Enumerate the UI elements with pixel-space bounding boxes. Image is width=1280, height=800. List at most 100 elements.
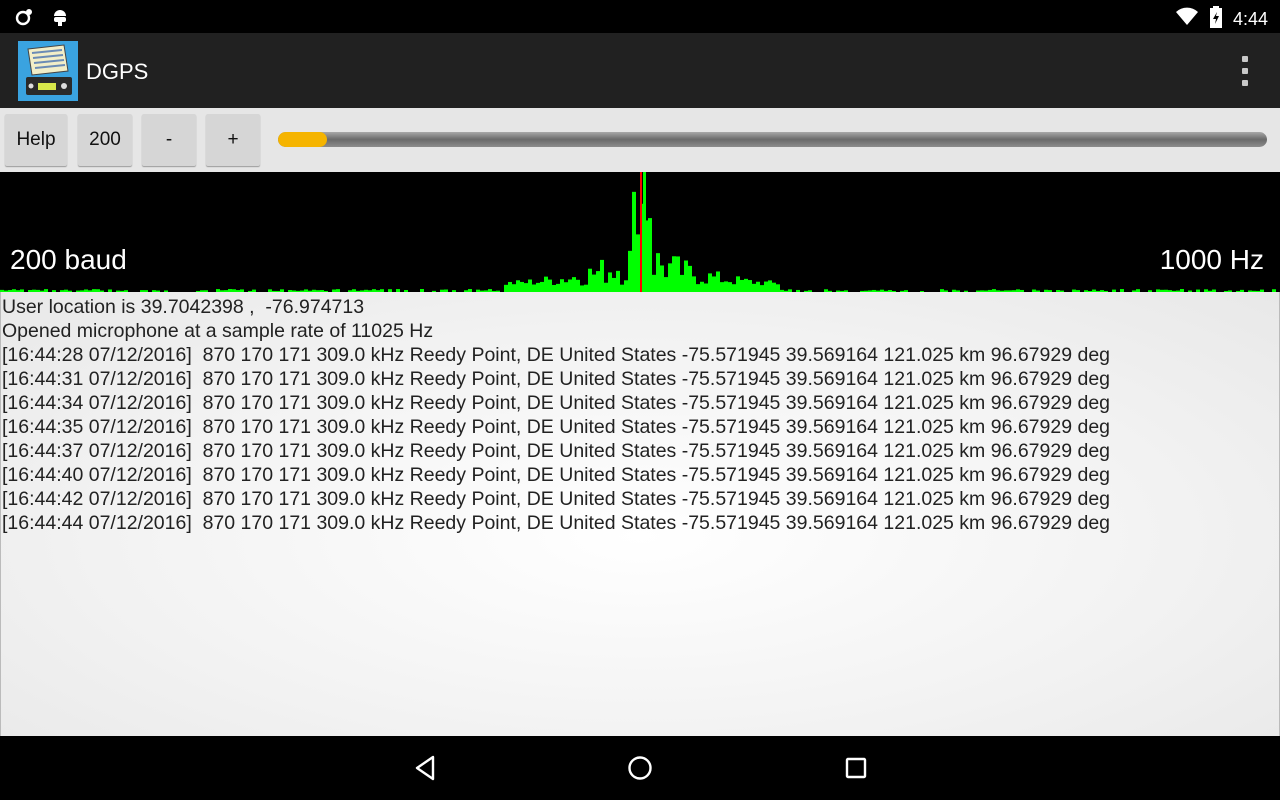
spectrum-bar xyxy=(688,265,692,292)
level-slider-fill xyxy=(278,132,328,147)
spectrum-graph xyxy=(0,172,1276,292)
spectrum-bar xyxy=(728,282,732,292)
spectrum-bar xyxy=(532,284,536,292)
spectrum-bar xyxy=(568,279,572,292)
log-line: [16:44:37 07/12/2016] 870 170 171 309.0 … xyxy=(2,440,1111,462)
spectrum-bar xyxy=(576,279,580,292)
spectrum-bar xyxy=(740,279,744,292)
app-title: DGPS xyxy=(86,59,149,84)
baud-rate-button[interactable]: 200 xyxy=(78,114,132,166)
back-icon[interactable] xyxy=(409,752,441,784)
spectrum-bar xyxy=(584,284,588,292)
spectrum-bar xyxy=(552,284,556,292)
spectrum-bar xyxy=(592,274,596,292)
spectrum-bar xyxy=(596,271,600,292)
recents-icon[interactable] xyxy=(840,752,872,784)
tuning-marker xyxy=(640,172,642,292)
spectrum-bar xyxy=(700,281,704,292)
spectrum-bar xyxy=(508,281,512,292)
spectrum-bar xyxy=(708,273,712,292)
spectrum-bar xyxy=(672,256,676,292)
spectrum-bar xyxy=(664,277,668,292)
log-line: [16:44:35 07/12/2016] 870 170 171 309.0 … xyxy=(2,416,1111,438)
dgps-app-icon xyxy=(18,41,78,101)
spectrum-bar xyxy=(656,253,660,292)
log-line: Opened microphone at a sample rate of 11… xyxy=(2,320,434,342)
spectrum-bar xyxy=(620,284,624,292)
spectrum-bar xyxy=(560,279,564,292)
log-line: [16:44:40 07/12/2016] 870 170 171 309.0 … xyxy=(2,464,1111,486)
spectrum-bar xyxy=(616,270,620,292)
log-line: [16:44:44 07/12/2016] 870 170 171 309.0 … xyxy=(2,512,1111,534)
spectrum-bar xyxy=(696,284,700,292)
spectrum-bar xyxy=(668,263,672,292)
spectrum-bar xyxy=(712,276,716,292)
spectrum-peak xyxy=(643,172,646,292)
frequency-label: 1000 Hz xyxy=(1159,244,1264,275)
spectrum-bar xyxy=(612,277,616,292)
spectrum-bar xyxy=(680,274,684,292)
spectrum-bar xyxy=(556,283,560,292)
message-log: User location is 39.7042398 , -76.974713… xyxy=(0,292,1280,736)
spectrum-bar xyxy=(544,276,548,292)
spectrum-bar xyxy=(776,284,780,292)
help-button[interactable]: Help xyxy=(5,114,67,166)
status-left-icons xyxy=(14,7,70,32)
spectrum-bar xyxy=(676,256,680,292)
log-line: [16:44:34 07/12/2016] 870 170 171 309.0 … xyxy=(2,392,1111,414)
spectrum-bar xyxy=(628,250,632,292)
level-slider[interactable] xyxy=(278,132,1267,147)
android-debug-icon xyxy=(50,7,70,32)
spectrum-bar xyxy=(752,283,756,292)
spectrum-bar xyxy=(536,282,540,292)
spectrum-bar xyxy=(704,283,708,292)
status-time: 4:44 xyxy=(1232,9,1268,29)
spectrum-bar xyxy=(768,280,772,292)
baud-label: 200 baud xyxy=(10,244,127,275)
battery-icon xyxy=(1209,6,1223,33)
spectrum-bar xyxy=(692,276,696,292)
controls-row: Help 200 - + xyxy=(0,108,1280,172)
spectrum-bar xyxy=(604,282,608,292)
decrease-button[interactable]: - xyxy=(142,114,196,166)
spectrum-bar xyxy=(524,283,528,292)
spectrum-bar xyxy=(512,284,516,292)
spectrum-bar xyxy=(744,278,748,292)
spectrum-bar xyxy=(632,191,636,292)
spectrum-bar xyxy=(624,280,628,292)
spectrum-bar xyxy=(572,277,576,292)
wifi-icon xyxy=(1175,7,1199,32)
spectrum-bar xyxy=(600,259,604,292)
sync-icon xyxy=(14,7,34,32)
status-right-icons: 4:44 xyxy=(1175,6,1268,33)
spectrum-bar xyxy=(732,284,736,292)
spectrum-bar xyxy=(636,234,640,292)
spectrum-bar xyxy=(548,279,552,292)
spectrum-bar xyxy=(736,276,740,292)
log-line: [16:44:28 07/12/2016] 870 170 171 309.0 … xyxy=(2,344,1111,366)
spectrum-bar xyxy=(504,284,508,292)
spectrum-bar xyxy=(588,268,592,292)
log-line: User location is 39.7042398 , -76.974713 xyxy=(2,296,365,318)
action-bar: DGPS xyxy=(0,33,1280,108)
spectrum-display: 200 baud 1000 Hz xyxy=(0,172,1280,292)
spectrum-bar xyxy=(648,218,652,292)
spectrum-bar xyxy=(540,281,544,292)
spectrum-bar xyxy=(660,265,664,292)
increase-button[interactable]: + xyxy=(206,114,260,166)
spectrum-bar xyxy=(756,281,760,292)
spectrum-bar xyxy=(516,280,520,292)
home-icon[interactable] xyxy=(624,752,656,784)
navigation-bar xyxy=(0,736,1280,800)
spectrum-bar xyxy=(764,281,768,292)
log-line: [16:44:31 07/12/2016] 870 170 171 309.0 … xyxy=(2,368,1111,390)
spectrum-bar xyxy=(716,271,720,292)
spectrum-bar xyxy=(748,280,752,292)
spectrum-bar xyxy=(720,282,724,292)
spectrum-bar xyxy=(772,282,776,292)
status-bar: 4:44 xyxy=(0,0,1280,33)
spectrum-bar xyxy=(652,274,656,292)
spectrum-bar xyxy=(684,260,688,292)
log-line: [16:44:42 07/12/2016] 870 170 171 309.0 … xyxy=(2,488,1111,510)
overflow-menu-icon[interactable] xyxy=(1240,56,1250,86)
